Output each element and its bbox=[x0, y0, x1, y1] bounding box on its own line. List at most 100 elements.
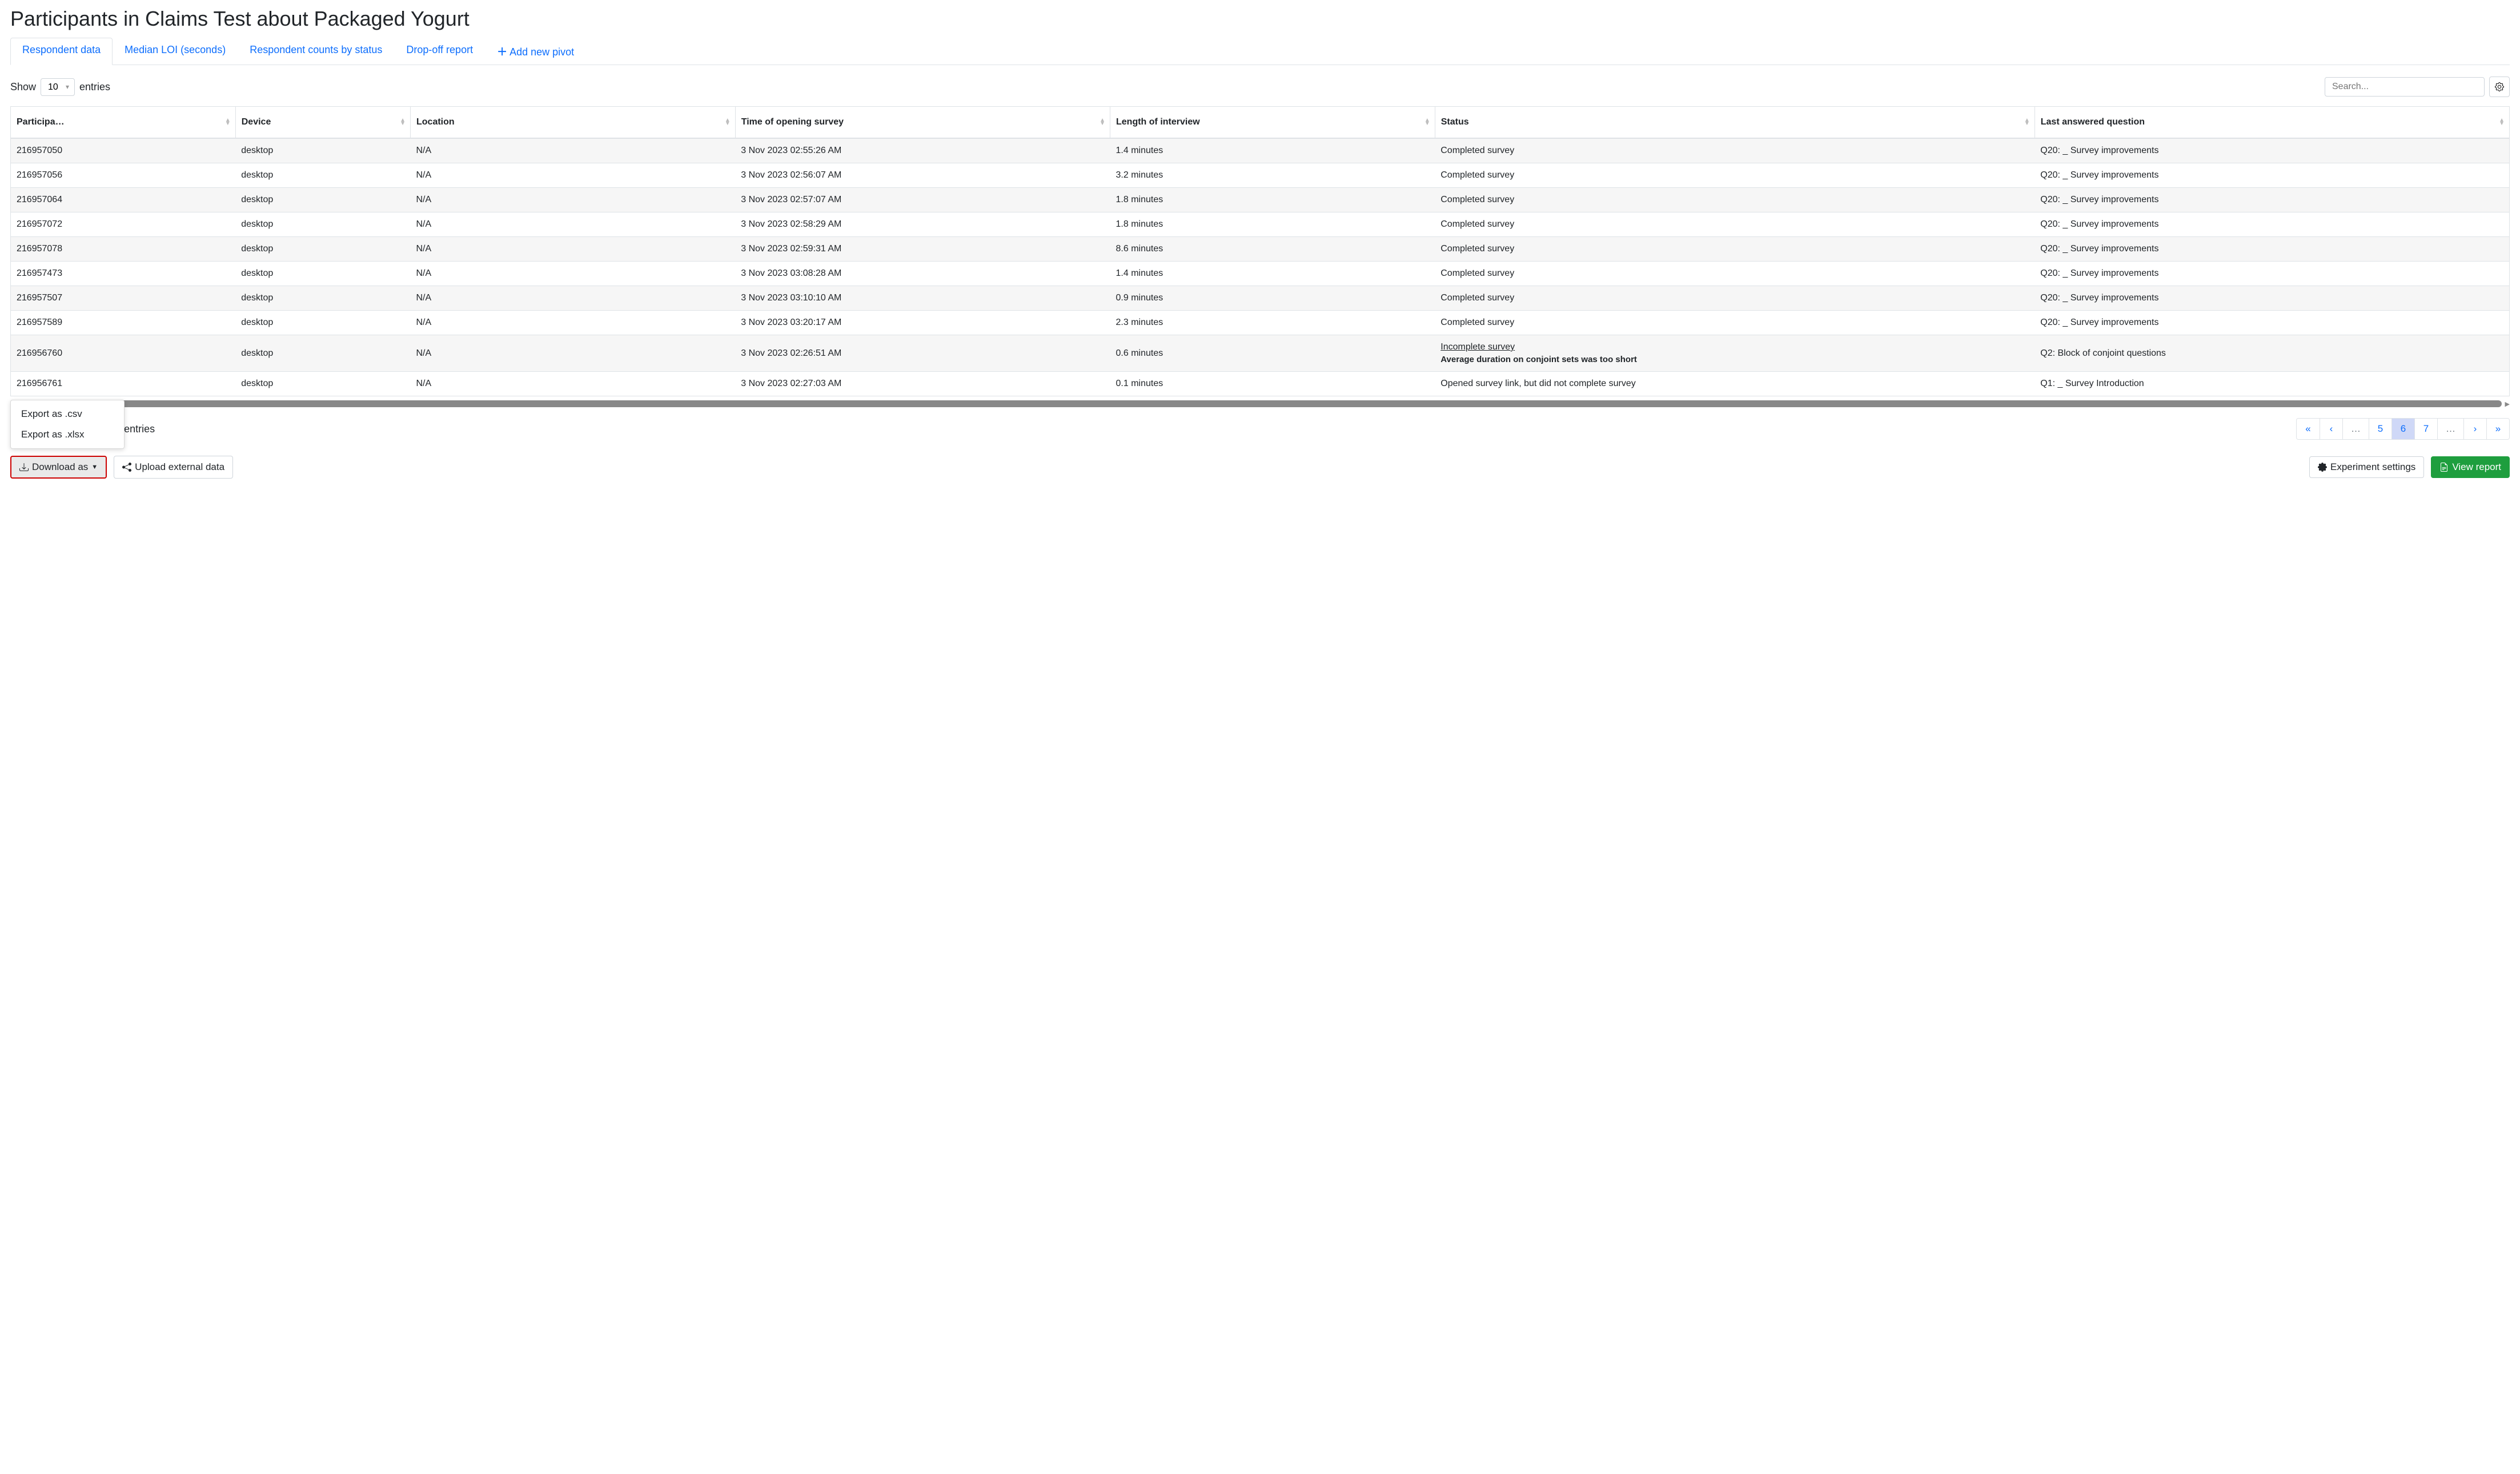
cell-participant-id: 216956761 bbox=[11, 372, 236, 396]
export-option[interactable]: Export as .csv bbox=[11, 404, 124, 424]
column-label: Location bbox=[416, 117, 455, 127]
cell-participant-id: 216956760 bbox=[11, 335, 236, 372]
cell-time: 3 Nov 2023 03:20:17 AM bbox=[735, 311, 1110, 335]
cell-location: N/A bbox=[411, 262, 736, 286]
export-option[interactable]: Export as .xlsx bbox=[11, 424, 124, 445]
upload-external-data-button[interactable]: Upload external data bbox=[114, 456, 233, 479]
download-as-button[interactable]: Download as ▼ bbox=[10, 456, 107, 479]
page-nav[interactable]: » bbox=[2486, 419, 2509, 439]
cell-last-question: Q2: Block of conjoint questions bbox=[2035, 335, 2509, 372]
table-row[interactable]: 216956761desktopN/A3 Nov 2023 02:27:03 A… bbox=[11, 372, 2510, 396]
column-header[interactable]: Participa…▲▼ bbox=[11, 107, 236, 139]
cell-status: Opened survey link, but did not complete… bbox=[1435, 372, 2035, 396]
table-row[interactable]: 216957056desktopN/A3 Nov 2023 02:56:07 A… bbox=[11, 163, 2510, 188]
tab-label: Drop-off report bbox=[406, 44, 473, 55]
cell-device: desktop bbox=[235, 335, 410, 372]
cell-participant-id: 216957064 bbox=[11, 188, 236, 212]
column-label: Last answered question bbox=[2041, 117, 2145, 127]
respondent-table: Participa…▲▼Device▲▼Location▲▼Time of op… bbox=[10, 106, 2510, 396]
settings-gear-button[interactable] bbox=[2489, 77, 2510, 97]
cell-last-question: Q20: _ Survey improvements bbox=[2035, 311, 2509, 335]
cell-device: desktop bbox=[235, 188, 410, 212]
page-nav[interactable]: ‹ bbox=[2320, 419, 2342, 439]
cell-device: desktop bbox=[235, 237, 410, 262]
cell-location: N/A bbox=[411, 311, 736, 335]
table-row[interactable]: 216957589desktopN/A3 Nov 2023 03:20:17 A… bbox=[11, 311, 2510, 335]
show-label-post: entries bbox=[79, 81, 110, 93]
column-label: Length of interview bbox=[1116, 117, 1200, 127]
cell-time: 3 Nov 2023 02:56:07 AM bbox=[735, 163, 1110, 188]
page-ellipsis: … bbox=[2342, 419, 2369, 439]
sort-icon: ▲▼ bbox=[225, 119, 231, 126]
column-label: Device bbox=[242, 117, 271, 127]
cell-time: 3 Nov 2023 03:10:10 AM bbox=[735, 286, 1110, 311]
cell-last-question: Q20: _ Survey improvements bbox=[2035, 138, 2509, 163]
tab-drop-off-report[interactable]: Drop-off report bbox=[394, 38, 485, 65]
cell-device: desktop bbox=[235, 286, 410, 311]
cell-participant-id: 216957473 bbox=[11, 262, 236, 286]
column-header[interactable]: Device▲▼ bbox=[235, 107, 410, 139]
page-title: Participants in Claims Test about Packag… bbox=[10, 7, 2510, 31]
sort-icon: ▲▼ bbox=[2499, 119, 2505, 126]
cell-participant-id: 216957050 bbox=[11, 138, 236, 163]
experiment-settings-button[interactable]: Experiment settings bbox=[2309, 456, 2424, 478]
tab-respondent-data[interactable]: Respondent data bbox=[10, 38, 113, 65]
view-report-button[interactable]: View report bbox=[2431, 456, 2510, 478]
tab-respondent-counts-by-status[interactable]: Respondent counts by status bbox=[238, 38, 394, 65]
cell-time: 3 Nov 2023 02:57:07 AM bbox=[735, 188, 1110, 212]
cell-loi: 2.3 minutes bbox=[1110, 311, 1435, 335]
column-header[interactable]: Last answered question ▲▼ bbox=[2035, 107, 2509, 139]
table-row[interactable]: 216957050desktopN/A3 Nov 2023 02:55:26 A… bbox=[11, 138, 2510, 163]
cell-time: 3 Nov 2023 02:27:03 AM bbox=[735, 372, 1110, 396]
cell-participant-id: 216957507 bbox=[11, 286, 236, 311]
column-header[interactable]: Location ▲▼ bbox=[411, 107, 736, 139]
entries-select[interactable]: 10 bbox=[41, 78, 75, 96]
table-row[interactable]: 216957064desktopN/A3 Nov 2023 02:57:07 A… bbox=[11, 188, 2510, 212]
download-icon bbox=[19, 463, 29, 472]
cell-loi: 0.6 minutes bbox=[1110, 335, 1435, 372]
page-5[interactable]: 5 bbox=[2369, 419, 2391, 439]
table-row[interactable]: 216956760desktopN/A3 Nov 2023 02:26:51 A… bbox=[11, 335, 2510, 372]
cell-time: 3 Nov 2023 02:59:31 AM bbox=[735, 237, 1110, 262]
page-nav[interactable]: › bbox=[2463, 419, 2486, 439]
cell-last-question: Q20: _ Survey improvements bbox=[2035, 237, 2509, 262]
cell-last-question: Q20: _ Survey improvements bbox=[2035, 262, 2509, 286]
tab-add-new-pivot[interactable]: ＋Add new pivot bbox=[485, 38, 586, 65]
table-row[interactable]: 216957078desktopN/A3 Nov 2023 02:59:31 A… bbox=[11, 237, 2510, 262]
cell-location: N/A bbox=[411, 237, 736, 262]
cell-location: N/A bbox=[411, 212, 736, 237]
cell-loi: 0.9 minutes bbox=[1110, 286, 1435, 311]
column-header[interactable]: Time of opening survey▲▼ bbox=[735, 107, 1110, 139]
tab-median-loi-seconds-[interactable]: Median LOI (seconds) bbox=[113, 38, 238, 65]
sort-icon: ▲▼ bbox=[725, 119, 731, 126]
search-input[interactable] bbox=[2325, 77, 2485, 97]
table-row[interactable]: 216957072desktopN/A3 Nov 2023 02:58:29 A… bbox=[11, 212, 2510, 237]
sort-icon: ▲▼ bbox=[2024, 119, 2030, 126]
cell-device: desktop bbox=[235, 212, 410, 237]
cell-loi: 0.1 minutes bbox=[1110, 372, 1435, 396]
table-row[interactable]: 216957473desktopN/A3 Nov 2023 03:08:28 A… bbox=[11, 262, 2510, 286]
page-nav[interactable]: « bbox=[2297, 419, 2320, 439]
cell-device: desktop bbox=[235, 163, 410, 188]
cell-status: Completed survey bbox=[1435, 262, 2035, 286]
cell-location: N/A bbox=[411, 138, 736, 163]
page-ellipsis: … bbox=[2437, 419, 2463, 439]
column-header[interactable]: Length of interview▲▼ bbox=[1110, 107, 1435, 139]
horizontal-scrollbar[interactable]: ◀ ▶ bbox=[10, 400, 2510, 408]
upload-icon bbox=[122, 463, 131, 472]
table-row[interactable]: 216957507desktopN/A3 Nov 2023 03:10:10 A… bbox=[11, 286, 2510, 311]
cell-loi: 3.2 minutes bbox=[1110, 163, 1435, 188]
cell-loi: 1.8 minutes bbox=[1110, 212, 1435, 237]
tabs: Respondent dataMedian LOI (seconds)Respo… bbox=[10, 38, 2510, 65]
cell-last-question: Q20: _ Survey improvements bbox=[2035, 212, 2509, 237]
page-7[interactable]: 7 bbox=[2414, 419, 2437, 439]
cell-device: desktop bbox=[235, 372, 410, 396]
cell-status: Completed survey bbox=[1435, 286, 2035, 311]
cell-status: Incomplete surveyAverage duration on con… bbox=[1435, 335, 2035, 372]
cell-device: desktop bbox=[235, 262, 410, 286]
pagination: «‹…567…›» bbox=[2296, 418, 2510, 440]
column-header[interactable]: Status▲▼ bbox=[1435, 107, 2035, 139]
gear-icon bbox=[2318, 463, 2327, 472]
page-6[interactable]: 6 bbox=[2391, 419, 2414, 439]
cell-participant-id: 216957589 bbox=[11, 311, 236, 335]
